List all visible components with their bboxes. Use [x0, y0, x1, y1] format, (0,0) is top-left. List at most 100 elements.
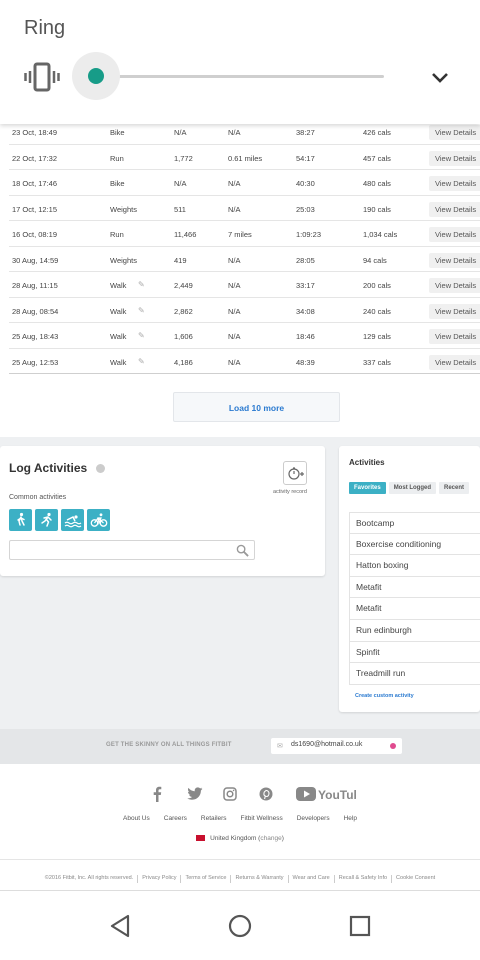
- cell-duration: 18:46: [296, 332, 315, 341]
- ring-volume-panel: Ring: [0, 0, 480, 124]
- legal-link[interactable]: Cookie Consent: [396, 875, 435, 883]
- common-activities-label: Common activities: [9, 494, 67, 501]
- ring-volume-slider-track[interactable]: [96, 75, 384, 78]
- info-icon[interactable]: [96, 464, 105, 473]
- ring-volume-slider-thumb[interactable]: [88, 68, 104, 84]
- youtube-icon[interactable]: YouTube: [296, 784, 356, 804]
- view-details-button[interactable]: View Details: [429, 125, 480, 140]
- log-activities-title: Log Activities: [9, 461, 88, 475]
- submit-dot-icon[interactable]: [390, 743, 396, 749]
- cell-duration: 33:17: [296, 281, 315, 290]
- view-details-button[interactable]: View Details: [429, 329, 480, 344]
- instagram-icon[interactable]: [223, 784, 237, 804]
- chevron-down-icon[interactable]: [430, 71, 450, 85]
- cell-calories: 200 cals: [363, 281, 391, 290]
- footer-link-help[interactable]: Help: [344, 815, 357, 822]
- envelope-icon: ✉: [277, 743, 283, 750]
- activity-record-button[interactable]: [283, 461, 307, 485]
- cell-date: 25 Aug, 12:53: [12, 357, 59, 367]
- footer-links: About Us Careers Retailers Fitbit Wellness D…: [0, 815, 480, 822]
- view-details-button[interactable]: View Details: [429, 252, 480, 268]
- footer-link-about-us[interactable]: About Us: [123, 815, 150, 822]
- cell-duration: 34:08: [296, 306, 315, 316]
- cell-duration: 40:30: [296, 179, 315, 188]
- activity-list-item[interactable]: Boxercise conditioning: [349, 533, 480, 556]
- cell-activity: Walk: [110, 281, 127, 290]
- cell-date: 23 Oct, 18:49: [12, 128, 58, 137]
- view-details-button[interactable]: View Details: [429, 303, 480, 319]
- run-icon[interactable]: [35, 509, 58, 531]
- cell-activity: Run: [110, 230, 124, 239]
- view-details-button[interactable]: View Details: [429, 354, 480, 370]
- activity-list-item[interactable]: Bootcamp: [349, 512, 480, 534]
- back-icon[interactable]: [109, 914, 131, 938]
- table-row: 22 Oct, 17:32 Run 1,772 0.61 miles 54:17 457 …: [9, 145, 480, 170]
- table-row: 18 Oct, 17:46 Bike N/A N/A 40:30 480 cals View…: [9, 170, 480, 196]
- cell-date: 28 Aug, 08:54: [12, 306, 59, 316]
- footer-link-careers[interactable]: Careers: [164, 815, 187, 822]
- activity-list-item[interactable]: Spinfit: [349, 641, 480, 664]
- pinterest-icon[interactable]: [259, 784, 273, 804]
- legal-links: ©2016 Fitbit, Inc. All rights reserved. P…: [0, 875, 480, 883]
- view-details-button[interactable]: View Details: [429, 278, 480, 293]
- activity-list-item[interactable]: Run edinburgh: [349, 619, 480, 642]
- view-details-button[interactable]: View Details: [429, 201, 480, 217]
- cell-steps: 511: [174, 204, 186, 214]
- tab-recent[interactable]: Recent: [439, 482, 470, 494]
- cell-calories: 426 cals: [363, 128, 391, 137]
- cell-calories: 94 cals: [363, 255, 387, 265]
- region-selector[interactable]: United Kingdom (change): [0, 835, 480, 842]
- edit-pencil-icon[interactable]: ✎: [138, 306, 145, 315]
- activity-list-item[interactable]: Metafit: [349, 598, 480, 620]
- activity-list-item[interactable]: Hatton boxing: [349, 555, 480, 577]
- view-details-button[interactable]: View Details: [429, 176, 480, 191]
- cell-activity: Weights: [110, 255, 137, 265]
- legal-link[interactable]: Privacy Policy: [142, 875, 176, 883]
- twitter-icon[interactable]: [187, 784, 203, 804]
- activity-record-label: activity record: [273, 489, 307, 495]
- legal-link[interactable]: Wear and Care: [293, 875, 330, 883]
- legal-link[interactable]: Recall & Safety Info: [339, 875, 387, 883]
- activity-search-input[interactable]: [9, 540, 255, 560]
- vibrate-icon[interactable]: [24, 62, 60, 92]
- cell-calories: 1,034 cals: [363, 230, 398, 239]
- tab-favorites[interactable]: Favorites: [349, 482, 386, 494]
- edit-pencil-icon[interactable]: ✎: [138, 357, 145, 366]
- cell-calories: 457 cals: [363, 153, 391, 163]
- cell-activity: Bike: [110, 179, 125, 188]
- swim-icon[interactable]: [61, 509, 84, 531]
- tab-most-logged[interactable]: Most Logged: [388, 482, 437, 494]
- region-change-link[interactable]: change: [260, 835, 281, 842]
- newsletter-email-input[interactable]: ✉ ds1690@hotmail.co.uk: [271, 738, 402, 754]
- cell-duration: 48:39: [296, 357, 315, 367]
- view-details-button[interactable]: View Details: [429, 227, 480, 242]
- system-navigation-bar: [0, 890, 480, 960]
- uk-flag-icon: [196, 835, 206, 842]
- create-custom-activity-link[interactable]: Create custom activity: [355, 693, 414, 699]
- cell-duration: 1:09:23: [296, 230, 322, 239]
- cell-steps: N/A: [174, 128, 187, 137]
- activity-list-item[interactable]: Treadmill run: [349, 663, 480, 685]
- table-row: 17 Oct, 12:15 Weights 511 N/A 25:03 190 cals V…: [9, 196, 480, 221]
- facebook-icon[interactable]: [150, 784, 164, 804]
- activity-list-item[interactable]: Metafit: [349, 576, 480, 599]
- bike-icon[interactable]: [87, 509, 110, 531]
- recents-icon[interactable]: [349, 915, 371, 937]
- cell-date: 17 Oct, 12:15: [12, 204, 58, 214]
- footer-link-developers[interactable]: Developers: [297, 815, 330, 822]
- walk-icon[interactable]: [9, 509, 32, 531]
- footer-link-retailers[interactable]: Retailers: [201, 815, 227, 822]
- footer-link-fitbit-wellness[interactable]: Fitbit Wellness: [241, 815, 283, 822]
- activities-title: Activities: [349, 458, 385, 467]
- cell-duration: 25:03: [296, 204, 315, 214]
- load-more-button[interactable]: Load 10 more: [173, 392, 340, 422]
- legal-link[interactable]: Returns & Warranty: [235, 875, 283, 883]
- cell-activity: Run: [110, 153, 124, 163]
- cell-distance: 7 miles: [228, 230, 252, 239]
- view-details-button[interactable]: View Details: [429, 150, 480, 166]
- table-row: 28 Aug, 08:54 Walk ✎ 2,862 N/A 34:08 240 cals V…: [9, 298, 480, 323]
- edit-pencil-icon[interactable]: ✎: [138, 280, 145, 289]
- home-icon[interactable]: [228, 914, 252, 938]
- legal-link[interactable]: Terms of Service: [185, 875, 226, 883]
- edit-pencil-icon[interactable]: ✎: [138, 331, 145, 340]
